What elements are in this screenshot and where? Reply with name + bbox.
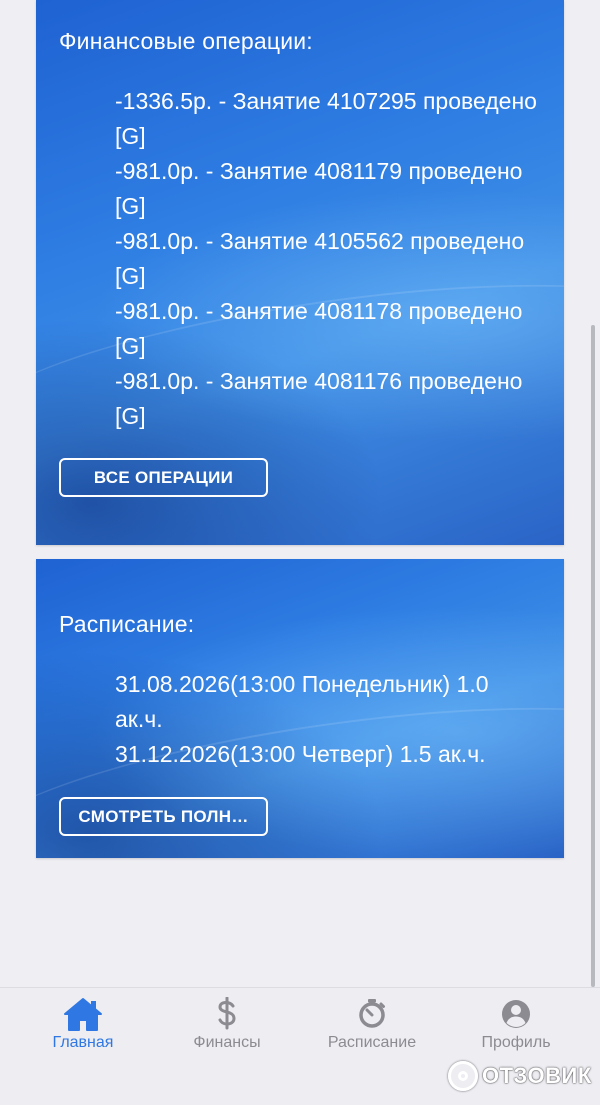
scrollbar[interactable] [591,325,595,987]
schedule-item: 31.12.2026(13:00 Четверг) 1.5 ак.ч. [115,741,486,767]
schedule-card: Расписание: 31.08.2026(13:00 Понедельник… [36,559,564,858]
finance-operation-item: -981.0р. - Занятие 4105562 проведено [G] [115,228,525,289]
finance-operation-item: -981.0р. - Занятие 4081176 проведено [G] [115,368,523,429]
nav-item-home[interactable]: Главная [8,988,158,1068]
schedule-list: 31.08.2026(13:00 Понедельник) 1.0 ак.ч. … [115,667,540,772]
finance-operation-item: -1336.5р. - Занятие 4107295 проведено [G… [115,88,537,149]
dollar-icon [207,994,247,1034]
all-operations-button[interactable]: ВСЕ ОПЕРАЦИИ [59,458,268,497]
nav-label-finance: Финансы [193,1034,261,1051]
view-full-schedule-button[interactable]: СМОТРЕТЬ ПОЛН… [59,797,268,836]
finance-title: Финансовые операции: [59,28,313,54]
schedule-item: 31.08.2026(13:00 Понедельник) 1.0 ак.ч. [115,671,489,732]
watermark-logo-icon [448,1061,478,1091]
schedule-title: Расписание: [59,611,195,637]
timer-icon [352,994,392,1034]
nav-label-home: Главная [52,1034,114,1051]
otzovik-watermark: ОТЗОВИК [448,1056,592,1096]
finance-card: Финансовые операции: -1336.5р. - Занятие… [36,0,564,545]
home-icon [63,994,103,1034]
nav-item-finance[interactable]: Финансы [152,988,302,1068]
finance-operation-item: -981.0р. - Занятие 4081179 проведено [G] [115,158,523,219]
finance-operation-item: -981.0р. - Занятие 4081178 проведено [G] [115,298,523,359]
profile-icon [496,994,536,1034]
nav-label-profile: Профиль [481,1034,551,1051]
nav-label-schedule: Расписание [327,1034,417,1051]
finance-operations-list: -1336.5р. - Занятие 4107295 проведено [G… [115,84,540,434]
watermark-text: ОТЗОВИК [482,1063,592,1088]
nav-item-schedule[interactable]: Расписание [297,988,447,1068]
